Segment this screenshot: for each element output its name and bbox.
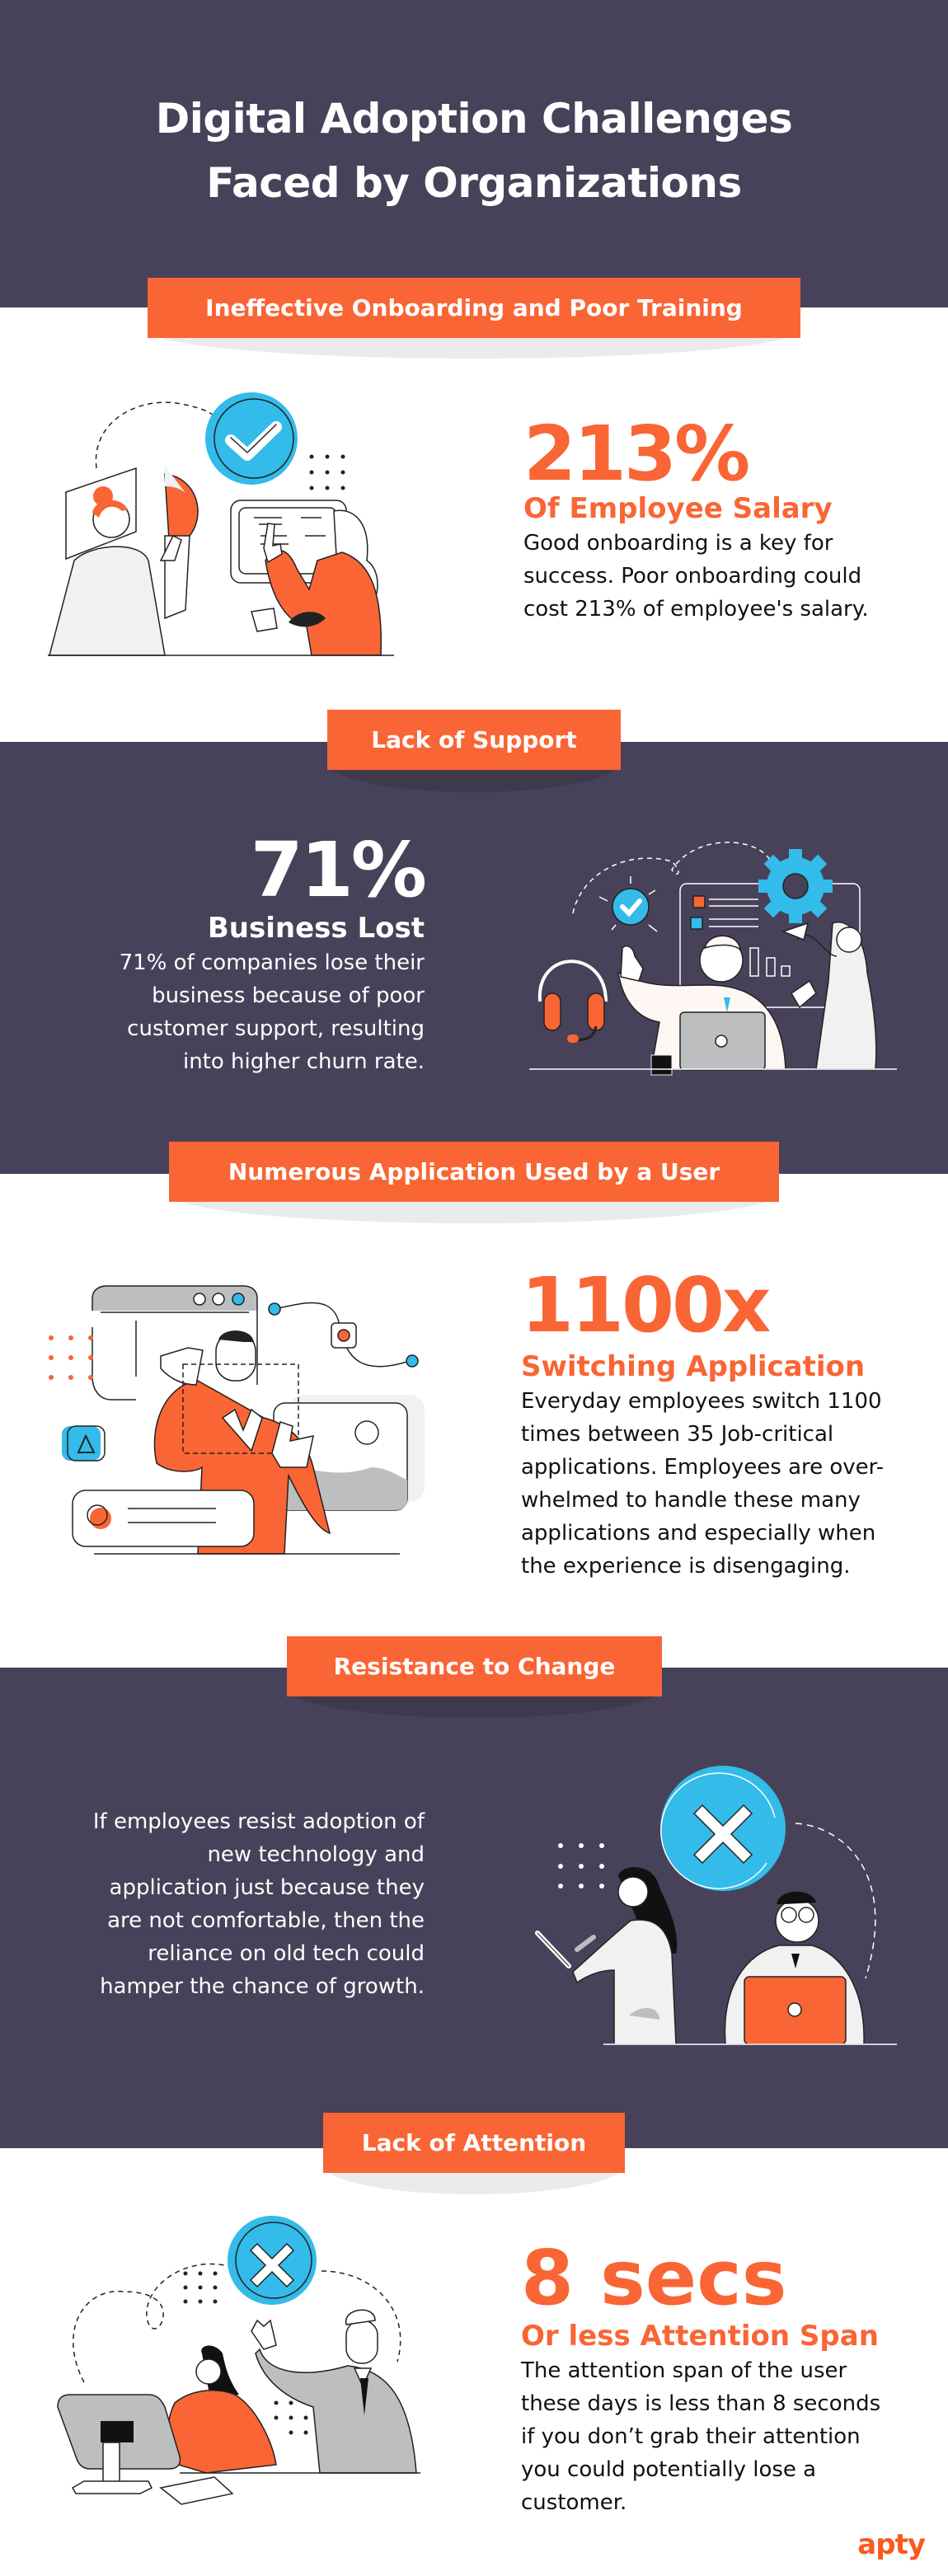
stat-block-resistance: If employees resist adoption of new tech…	[87, 1805, 425, 2003]
app-switching-illustration	[49, 1285, 425, 1555]
dashed-path	[95, 401, 215, 469]
stat-value: 8 secs	[521, 2234, 787, 2322]
dot-grid	[309, 454, 345, 490]
dot-grid	[49, 1335, 93, 1380]
stat-description: Good onboarding is a key for success. Po…	[523, 531, 869, 622]
onboarding-training-illustration	[48, 392, 394, 656]
stat-subtitle: Business Lost	[207, 912, 425, 945]
gear-icon	[758, 849, 833, 923]
customer-support-illustration	[529, 842, 897, 1076]
resistance-to-change-illustration	[535, 1766, 897, 2045]
stat-block-support: 71% Business Lost 71% of companies lose …	[99, 826, 427, 1078]
stat-value: 1100x	[521, 1261, 771, 1349]
stat-description: Everyday employees switch 1100 times bet…	[521, 1389, 885, 1579]
section-tag-resistance: Resistance to Change	[287, 1636, 662, 1696]
apty-logo: apty	[857, 2528, 926, 2561]
checkmark-circle-icon	[205, 392, 298, 485]
section-tag-attention: Lack of Attention	[323, 2113, 625, 2173]
headset-icon	[537, 960, 608, 1043]
checkmark-badge-icon	[598, 876, 658, 932]
dot-grid	[558, 1843, 604, 1889]
stat-block-onboarding: 213% Of Employee Salary Good onboarding …	[523, 416, 894, 626]
x-circle-icon	[228, 2216, 317, 2305]
page-title: Digital Adoption Challenges Faced by Org…	[0, 87, 948, 215]
stat-description: If employees resist adoption of new tech…	[92, 1809, 425, 1999]
page-title-line1: Digital Adoption Challenges	[155, 95, 793, 143]
page-title-line2: Faced by Organizations	[206, 159, 742, 207]
stat-description: The attention span of the user these day…	[521, 2358, 881, 2515]
stat-description: 71% of companies lose their business bec…	[119, 950, 425, 1074]
stat-subtitle: Switching Application	[521, 1350, 866, 1383]
x-circle-icon	[660, 1766, 786, 1891]
stat-subtitle: Or less Attention Span	[521, 2320, 879, 2353]
section-tag-applications: Numerous Application Used by a User	[169, 1142, 779, 1202]
stat-value: 71%	[250, 826, 427, 914]
stat-block-applications: 1100x Switching Application Everyday emp…	[521, 1268, 908, 1583]
stat-value: 213%	[523, 410, 750, 498]
section-tag-onboarding: Ineffective Onboarding and Poor Training	[148, 278, 800, 338]
lack-of-attention-illustration	[57, 2216, 420, 2505]
section-tag-support: Lack of Support	[327, 710, 621, 770]
stat-block-attention: 8 secs Or less Attention Span The attent…	[521, 2241, 908, 2519]
stat-subtitle: Of Employee Salary	[523, 492, 833, 525]
